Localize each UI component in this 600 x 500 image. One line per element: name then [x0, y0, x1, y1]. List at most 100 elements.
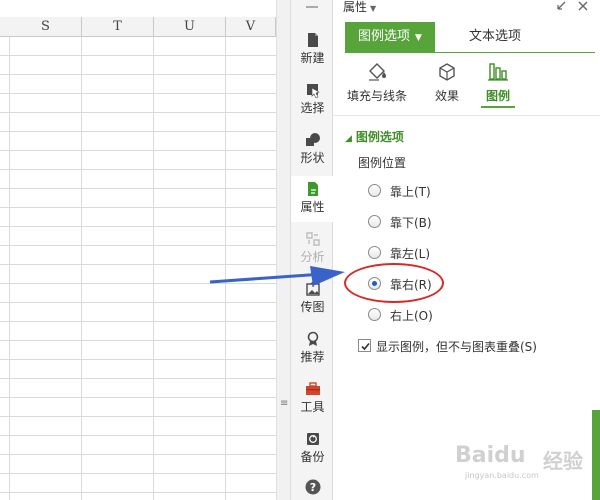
grid-row-line [0, 226, 276, 227]
sidebar-item-label: 备份 [300, 450, 325, 464]
radio-label: 右上(O) [390, 309, 433, 323]
grid-row-line [0, 454, 276, 455]
grid-row-line [0, 245, 276, 246]
radio-label: 靠下(B) [390, 216, 432, 230]
triangle-down-icon: ◢ [345, 134, 352, 144]
watermark-suffix: 经验 [543, 449, 583, 473]
radio-button[interactable] [368, 215, 381, 228]
subtab-label: 效果 [434, 89, 459, 103]
column-header-v[interactable]: V [226, 17, 276, 37]
tab-label: 文本选项 [468, 29, 521, 44]
grid-row-line [0, 131, 276, 132]
caret-down-icon: ▼ [370, 4, 377, 13]
new-document-icon [307, 33, 318, 47]
sidebar-item-label: 传图 [300, 300, 325, 314]
sidebar-item-recommend[interactable]: 推荐 [291, 326, 334, 372]
subtab-label: 填充与线条 [346, 89, 407, 103]
help-icon: ? [305, 479, 320, 495]
sidebar-item-property[interactable]: 属性 [291, 176, 334, 222]
grid-row-line [0, 207, 276, 208]
sidebar-item-label: 新建 [300, 51, 325, 65]
sheet-scrollbar[interactable]: ≡ [276, 0, 290, 500]
grid-row-line [0, 416, 276, 417]
radio-button[interactable] [368, 246, 381, 259]
column-header-row: S T U V [0, 17, 276, 37]
sidebar-item-label: 选择 [300, 101, 325, 115]
sidebar-item-label: 属性 [300, 200, 325, 214]
cursor-select-icon [306, 84, 320, 98]
grid-row-line [0, 473, 276, 474]
panel-title-dropdown[interactable]: 属性 ▼ [343, 0, 376, 16]
section-title: 图例选项 [355, 130, 404, 144]
spreadsheet-area[interactable]: S T U V [0, 0, 276, 500]
highlight-ellipse-annotation [344, 263, 444, 303]
subtab-label: 图例 [485, 89, 510, 103]
panel-tabs: 图例选项 ▼ 文本选项 [345, 22, 593, 52]
property-icon [307, 182, 318, 196]
grid-row-line [0, 302, 276, 303]
analysis-icon [305, 232, 320, 246]
grid-row-line [0, 378, 276, 379]
side-toolbar: 新建 选择 形状 属性 分析 传图 推荐 工具 备份 ? [290, 0, 334, 500]
column-header-u[interactable]: U [154, 17, 226, 37]
subtab-effects[interactable]: 效果 [429, 62, 465, 106]
paint-bucket-icon [369, 63, 386, 81]
radio-button[interactable] [368, 308, 381, 321]
grid-row-line [0, 397, 276, 398]
grid-row-line [0, 169, 276, 170]
sidebar-item-tools[interactable]: 工具 [291, 376, 334, 422]
shape-icon [305, 133, 320, 146]
collapse-arrow-icon[interactable] [555, 0, 567, 12]
grid-column-line [9, 37, 10, 500]
radio-label: 靠左(L) [390, 247, 431, 261]
sidebar-item-select[interactable]: 选择 [291, 77, 334, 123]
grid-column-line [153, 37, 154, 500]
arrow-annotation-icon [209, 266, 345, 286]
column-header-t[interactable]: T [82, 17, 154, 37]
baidu-jingyan-watermark: Baidu 经验 jingyan.baidu.com [455, 443, 595, 483]
sidebar-item-new[interactable]: 新建 [291, 27, 334, 73]
grid-row-line [0, 359, 276, 360]
watermark-brand: Baidu [455, 443, 526, 468]
grid-row-line [0, 321, 276, 322]
tab-label: 图例选项 [358, 29, 411, 44]
checkbox-label: 显示图例，但不与图表重叠(S) [376, 340, 537, 354]
scrollbar-grip-icon[interactable]: ≡ [280, 395, 288, 413]
grid-row-line [0, 340, 276, 341]
grid-row-line [0, 112, 276, 113]
cube-icon [439, 63, 455, 81]
sidebar-item-help[interactable]: ? [291, 474, 334, 500]
grid-row-line [0, 435, 276, 436]
grid-row-line [0, 55, 276, 56]
subtab-legend[interactable]: 图例 [481, 62, 515, 106]
caret-down-icon: ▼ [415, 33, 422, 43]
close-icon[interactable] [577, 0, 589, 12]
grid-row-line [0, 150, 276, 151]
sidebar-item-label: 工具 [300, 400, 325, 414]
sidebar-item-backup[interactable]: 备份 [291, 426, 334, 472]
grid-row-line [0, 74, 276, 75]
watermark-url: jingyan.baidu.com [465, 471, 539, 480]
grid-row-line [0, 188, 276, 189]
property-panel: 属性 ▼ 图例选项 ▼ 文本选项 填充与线条 效果 图例 ◢ 图例选项 图例位置 靠上… [333, 0, 600, 500]
radio-button[interactable] [368, 184, 381, 197]
panel-title: 属性 [343, 0, 368, 14]
grid-column-line [81, 37, 82, 500]
grid-row-line [0, 492, 276, 493]
sidebar-item-shape[interactable]: 形状 [291, 127, 334, 173]
active-subtab-indicator [481, 106, 515, 108]
tab-legend-options[interactable]: 图例选项 ▼ [345, 22, 435, 52]
svg-text:?: ? [309, 481, 315, 494]
column-header-s[interactable]: S [10, 17, 82, 37]
subtab-fill-line[interactable]: 填充与线条 [345, 62, 409, 106]
grid-row-line [0, 93, 276, 94]
tab-text-options[interactable]: 文本选项 [455, 22, 535, 52]
backup-icon [306, 433, 319, 445]
section-header-legend-options[interactable]: ◢ 图例选项 [345, 128, 404, 145]
subtabs-divider [333, 115, 600, 116]
radio-label: 靠上(T) [390, 185, 431, 199]
sidebar-item-label: 形状 [300, 151, 325, 165]
recommend-badge-icon [307, 331, 318, 346]
checkbox[interactable] [358, 339, 371, 352]
legend-position-label: 图例位置 [358, 156, 407, 170]
